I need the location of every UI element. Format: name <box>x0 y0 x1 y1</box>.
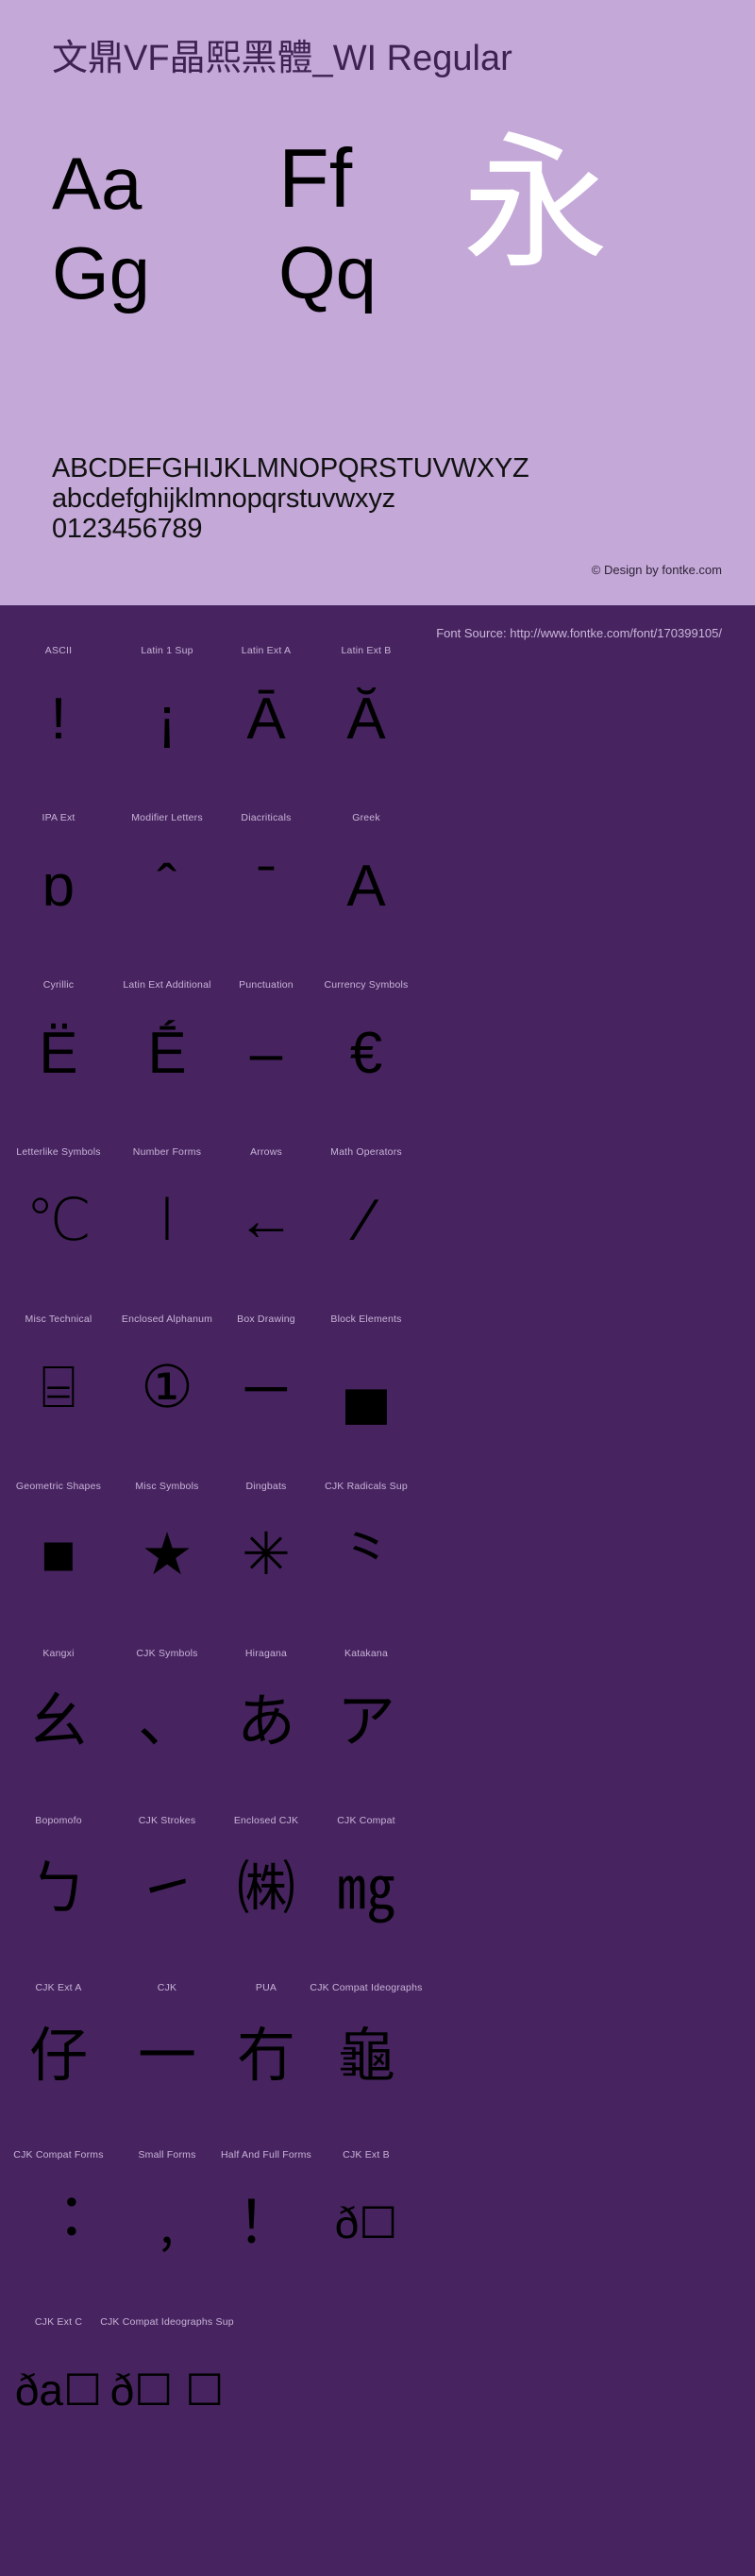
sample-glyph-aa: Aa <box>52 142 143 225</box>
unicode-block-row: Letterlike Symbols ℃ Number Forms Ⅰ Arrows ← M… <box>0 1143 755 1310</box>
unicode-blocks-panel: Font Source: http://www.fontke.com/font/… <box>0 605 755 2576</box>
unicode-block-row: IPA ExtɒModifier LettersˆDiacriticals̄Gr… <box>0 808 755 975</box>
charset-lowercase: abcdefghijklmnopqrstuvwxyz <box>52 483 395 514</box>
specimen-panel: 文鼎VF晶熙黑體_WI Regular Aa Ff Gg Qq 永 ABCDEF… <box>0 0 755 605</box>
charset-preview: ABCDEFGHIJKLMNOPQRSTUVWXYZ abcdefghijklm… <box>52 453 713 544</box>
unicode-block-label: Math Operators <box>330 1146 402 1158</box>
unicode-block-label: CJK Ext B <box>343 2149 390 2161</box>
unicode-block-cell: Greek Α <box>279 808 453 945</box>
unicode-block-label: CJK Compat Ideographs <box>310 1982 423 1993</box>
unicode-block-cell: CJK Compat Ideographs 龜 <box>279 1978 453 2115</box>
unicode-block-cell: Latin Ext B Ă <box>279 641 453 778</box>
unicode-block-grid: ASCII! Latin 1 Sup ¡ Latin Ext A Ā Latin Ext … <box>0 641 755 2480</box>
unicode-block-cell: CJK Ext B ð☐ <box>279 2145 453 2282</box>
unicode-block-cell: Currency Symbols € <box>279 975 453 1112</box>
unicode-block-glyph: ⺀ <box>336 1522 395 1587</box>
sample-glyph-qq: Qq <box>278 231 378 314</box>
unicode-block-cell <box>279 2313 453 2449</box>
unicode-block-glyph: € <box>349 1021 383 1086</box>
unicode-block-glyph: Ă <box>346 686 386 752</box>
unicode-block-row: Kangxi 幺 CJK Symbols、 Hiragana あ Katakana ア <box>0 1644 755 1811</box>
unicode-block-row: CJK Compat Forms ︓ Small Forms ﹐ Half And Fu… <box>0 2145 755 2313</box>
unicode-block-glyph: ð☐ <box>334 2198 398 2247</box>
unicode-block-glyph: ▄ <box>345 1355 387 1420</box>
unicode-block-label: Block Elements <box>330 1313 402 1325</box>
sample-glyph-grid: Aa Ff Gg Qq 永 <box>0 130 755 330</box>
unicode-block-row: CJK Ext Cða☐ CJK Compat Ideographs Sup ð☐ … <box>0 2313 755 2480</box>
unicode-block-label <box>279 2313 453 2331</box>
unicode-block-label: CJK Radicals Sup <box>325 1481 408 1492</box>
unicode-block-label: Latin Ext B <box>341 645 392 656</box>
sample-glyph-cjk-yong: 永 <box>462 122 609 285</box>
unicode-block-cell: Block Elements ▄ <box>279 1310 453 1447</box>
charset-digits: 0123456789 <box>52 514 203 544</box>
unicode-block-cell: CJK Compat ㎎ <box>279 1811 453 1948</box>
unicode-block-row: Cyrillic Ё Latin Ext Additional Ḗ Punctuatio… <box>0 975 755 1143</box>
unicode-block-cell: Math Operators ∕ <box>279 1143 453 1280</box>
sample-glyph-ff: Ff <box>278 131 353 225</box>
unicode-block-cell: CJK Radicals Sup ⺀ <box>279 1477 453 1614</box>
unicode-block-label: Greek <box>352 812 380 823</box>
charset-uppercase: ABCDEFGHIJKLMNOPQRSTUVWXYZ <box>52 453 529 483</box>
unicode-block-row: CJK Ext A 仔 CJK 一 PUA 冇 CJK Compat Ideographs 龜 <box>0 1978 755 2145</box>
unicode-block-row: Geometric Shapes ■ Misc Symbols ★ Dingbats ✳ C… <box>0 1477 755 1644</box>
unicode-block-label: Katakana <box>344 1648 388 1659</box>
unicode-block-row: Misc Technical ⌸ Enclosed Alphanum ① Box Dra… <box>0 1310 755 1477</box>
font-source-link[interactable]: Font Source: http://www.fontke.com/font/… <box>436 626 722 640</box>
unicode-block-glyph: ∕ <box>361 1188 372 1253</box>
unicode-block-glyph <box>279 2331 453 2449</box>
unicode-block-cell: Katakana ア <box>279 1644 453 1781</box>
unicode-block-glyph: 龜 <box>336 2024 395 2089</box>
unicode-block-label: CJK Compat <box>337 1815 395 1826</box>
unicode-block-row: ASCII! Latin 1 Sup ¡ Latin Ext A Ā Latin Ext … <box>0 641 755 808</box>
unicode-block-glyph: ㎎ <box>336 1856 395 1922</box>
copyright-notice: © Design by fontke.com <box>591 563 722 577</box>
sample-glyph-gg: Gg <box>52 231 151 314</box>
unicode-block-glyph: Α <box>346 854 386 919</box>
unicode-block-glyph: ア <box>336 1689 395 1754</box>
unicode-block-row: Bopomofo ㄅ CJK Strokes ㇀ Enclosed CJK ㈱ CJK Co… <box>0 1811 755 1978</box>
font-title: 文鼎VF晶熙黑體_WI Regular <box>52 39 512 78</box>
unicode-block-label: Currency Symbols <box>324 979 409 991</box>
